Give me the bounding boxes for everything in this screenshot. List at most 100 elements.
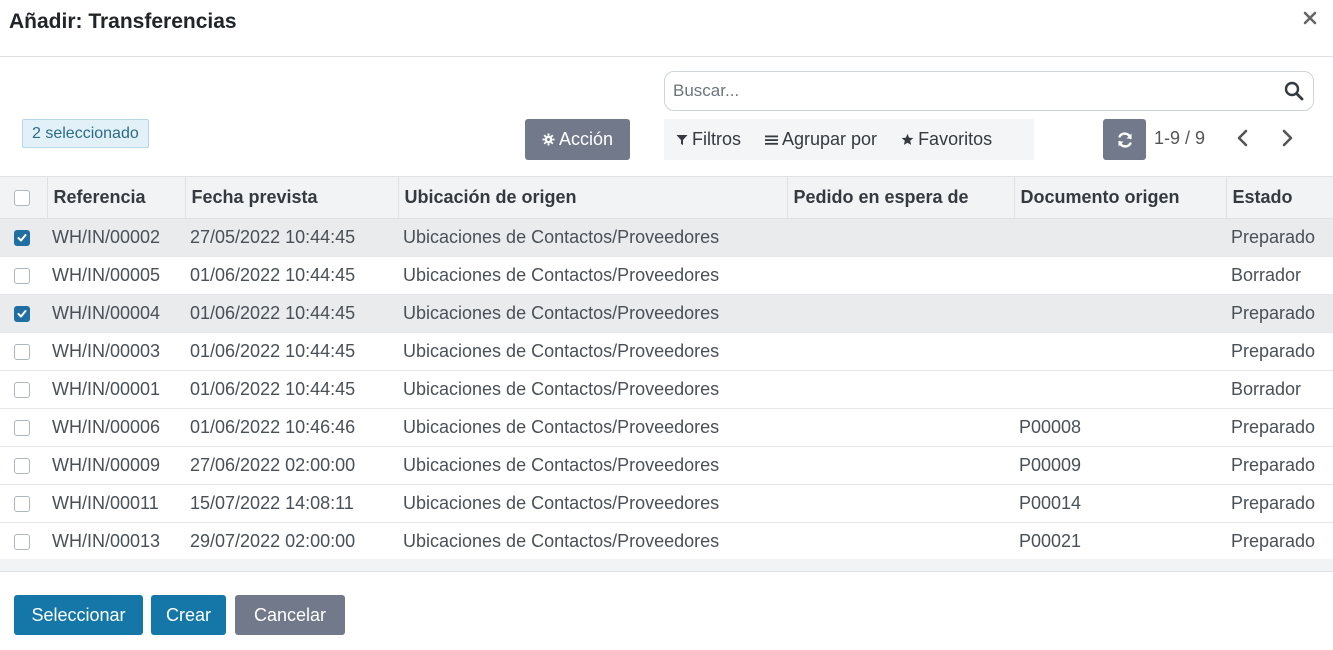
cancel-button[interactable]: Cancelar bbox=[235, 595, 345, 635]
groupby-icon bbox=[765, 135, 778, 145]
cell-source-document bbox=[1014, 371, 1226, 409]
cell-origin-location: Ubicaciones de Contactos/Proveedores bbox=[403, 265, 720, 285]
create-button[interactable]: Crear bbox=[151, 595, 226, 635]
filter-icon bbox=[676, 134, 688, 145]
row-checkbox[interactable] bbox=[14, 381, 30, 398]
dialog-header: Añadir: Transferencias bbox=[0, 0, 1333, 57]
cell-reference: WH/IN/00003 bbox=[52, 341, 161, 361]
groupby-label: Agrupar por bbox=[782, 129, 878, 149]
cell-scheduled-date: 01/06/2022 10:44:45 bbox=[190, 341, 356, 361]
table-row[interactable]: WH/IN/00011 15/07/2022 14:08:11 Ubicacione… bbox=[0, 485, 1333, 523]
cell-backorder bbox=[787, 447, 1014, 485]
cell-scheduled-date: 27/05/2022 10:44:45 bbox=[190, 227, 356, 247]
row-select-cell bbox=[0, 447, 47, 485]
cell-source-document bbox=[1014, 295, 1226, 333]
search-icon[interactable] bbox=[1284, 81, 1304, 101]
cell-backorder bbox=[787, 371, 1014, 409]
column-header[interactable]: Fecha prevista bbox=[185, 176, 399, 219]
action-label: Acción bbox=[558, 129, 614, 149]
cell-scheduled-date: 29/07/2022 02:00:00 bbox=[190, 531, 356, 551]
cell-scheduled-date: 01/06/2022 10:44:45 bbox=[190, 379, 356, 399]
table-row[interactable]: WH/IN/00006 01/06/2022 10:46:46 Ubicacione… bbox=[0, 409, 1333, 447]
table-row[interactable]: WH/IN/00001 01/06/2022 10:44:45 Ubicacione… bbox=[0, 371, 1333, 409]
row-checkbox[interactable] bbox=[14, 495, 30, 512]
table-row[interactable]: WH/IN/00004 01/06/2022 10:44:45 Ubicacione… bbox=[0, 294, 1333, 333]
cell-scheduled-date: 01/06/2022 10:46:46 bbox=[190, 417, 356, 437]
cell-backorder bbox=[787, 523, 1014, 561]
column-header[interactable]: Referencia bbox=[47, 176, 186, 219]
filters-label: Filtros bbox=[692, 129, 741, 149]
cell-status: Borrador bbox=[1231, 379, 1302, 399]
refresh-icon bbox=[1117, 131, 1132, 148]
cell-status: Borrador bbox=[1231, 265, 1302, 285]
cell-reference: WH/IN/00004 bbox=[52, 303, 161, 323]
column-header[interactable]: Estado bbox=[1226, 177, 1333, 219]
check-icon bbox=[17, 233, 27, 241]
cell-origin-location: Ubicaciones de Contactos/Proveedores bbox=[403, 379, 720, 399]
cell-scheduled-date: 01/06/2022 10:44:45 bbox=[190, 265, 356, 285]
select-all-cell bbox=[0, 176, 48, 219]
cell-reference: WH/IN/00013 bbox=[52, 531, 161, 551]
cell-source-document: P00008 bbox=[1019, 417, 1082, 437]
gear-icon bbox=[542, 133, 555, 146]
filters-button[interactable]: Filtros bbox=[676, 129, 741, 150]
table-row[interactable]: WH/IN/00009 27/06/2022 02:00:00 Ubicacione… bbox=[0, 447, 1333, 485]
row-select-cell bbox=[0, 409, 47, 447]
cell-status: Preparado bbox=[1231, 417, 1316, 437]
favorites-button[interactable]: Favoritos bbox=[901, 129, 992, 150]
cell-origin-location: Ubicaciones de Contactos/Proveedores bbox=[403, 531, 720, 551]
row-checkbox[interactable] bbox=[14, 267, 30, 284]
cell-status: Preparado bbox=[1231, 341, 1316, 361]
favorites-label: Favoritos bbox=[918, 129, 993, 149]
cell-source-document bbox=[1014, 219, 1226, 257]
cell-source-document bbox=[1014, 333, 1226, 371]
row-select-cell bbox=[0, 523, 47, 561]
column-header[interactable]: Documento origen bbox=[1014, 176, 1227, 219]
search-input[interactable] bbox=[665, 72, 1275, 110]
refresh-button[interactable] bbox=[1103, 119, 1146, 160]
selection-badge: 2 seleccionado bbox=[22, 119, 149, 148]
transfers-table: Referencia Fecha prevista Ubicación de o… bbox=[0, 176, 1333, 561]
column-header[interactable]: Ubicación de origen bbox=[398, 176, 788, 219]
table-row[interactable]: WH/IN/00013 29/07/2022 02:00:00 Ubicacione… bbox=[0, 523, 1333, 561]
chevron-right-icon[interactable] bbox=[1277, 127, 1297, 149]
cell-status: Preparado bbox=[1231, 455, 1316, 475]
row-checkbox[interactable] bbox=[14, 343, 30, 360]
select-all-checkbox[interactable] bbox=[14, 189, 30, 206]
check-icon bbox=[17, 309, 27, 317]
cell-scheduled-date: 01/06/2022 10:44:45 bbox=[190, 303, 356, 323]
column-header[interactable]: Pedido en espera de bbox=[787, 176, 1015, 219]
cell-status: Preparado bbox=[1231, 303, 1316, 323]
select-button[interactable]: Seleccionar bbox=[14, 595, 143, 635]
pager-value[interactable]: 1-9 / 9 bbox=[1154, 128, 1205, 149]
table-row[interactable]: WH/IN/00005 01/06/2022 10:44:45 Ubicacione… bbox=[0, 257, 1333, 295]
cell-backorder bbox=[787, 257, 1014, 295]
cell-backorder bbox=[787, 333, 1014, 371]
cell-origin-location: Ubicaciones de Contactos/Proveedores bbox=[403, 417, 720, 437]
table-header-row: Referencia Fecha prevista Ubicación de o… bbox=[0, 176, 1333, 219]
groupby-button[interactable]: Agrupar por bbox=[765, 129, 877, 150]
table-row[interactable]: WH/IN/00003 01/06/2022 10:44:45 Ubicacione… bbox=[0, 333, 1333, 371]
cell-reference: WH/IN/00002 bbox=[52, 227, 161, 247]
cell-backorder bbox=[787, 409, 1014, 447]
search-options-bar: Filtros Agrupar por Favoritos bbox=[664, 119, 1034, 160]
row-checkbox[interactable] bbox=[14, 533, 30, 550]
row-checkbox[interactable] bbox=[14, 229, 30, 246]
row-checkbox[interactable] bbox=[14, 457, 30, 474]
cell-status: Preparado bbox=[1231, 531, 1316, 551]
row-select-cell bbox=[0, 257, 47, 295]
cell-source-document: P00014 bbox=[1019, 493, 1082, 513]
chevron-left-icon[interactable] bbox=[1233, 127, 1253, 149]
cell-status: Preparado bbox=[1231, 227, 1316, 247]
row-checkbox[interactable] bbox=[14, 305, 30, 322]
row-select-cell bbox=[0, 219, 47, 257]
row-select-cell bbox=[0, 333, 47, 371]
table-row[interactable]: WH/IN/00002 27/05/2022 10:44:45 Ubicacione… bbox=[0, 218, 1333, 257]
cell-backorder bbox=[787, 295, 1014, 333]
action-button[interactable]: Acción bbox=[525, 119, 630, 160]
cell-status: Preparado bbox=[1231, 493, 1316, 513]
row-checkbox[interactable] bbox=[14, 419, 30, 436]
close-icon[interactable] bbox=[1302, 10, 1318, 26]
row-select-cell bbox=[0, 295, 47, 333]
dialog-title: Añadir: Transferencias bbox=[9, 10, 237, 33]
